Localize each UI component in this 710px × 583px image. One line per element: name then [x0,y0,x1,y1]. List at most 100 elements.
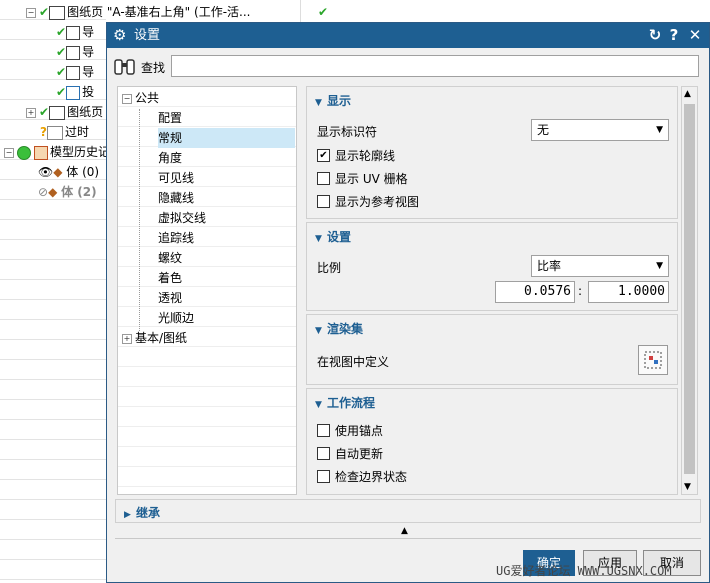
checkbox-show-reference-view[interactable]: 显示为参考视图 [317,194,419,210]
collapse-icon[interactable]: − [122,93,132,104]
body-icon: ◆ [53,165,63,179]
section-inherit[interactable]: ▶ 继承 [115,499,701,523]
background-row-projected-view[interactable]: ✔ 投 [56,83,94,102]
background-row-label: 图纸页 "A-基准右上角" (工作-活... [67,5,251,19]
expand-icon[interactable]: + [26,107,36,118]
tree-item-perspective[interactable]: 透视 [158,288,182,308]
checkbox-box[interactable] [317,447,330,460]
binoculars-icon [113,57,137,77]
tree-item-smooth-edges[interactable]: 光顺边 [158,308,194,328]
tree-item-hidden-lines[interactable]: 隐藏线 [158,188,194,208]
collapse-icon[interactable]: − [4,147,14,158]
projected-view-icon [66,85,81,100]
status-check-icon: ✔ [318,5,329,19]
background-row-model-history[interactable]: − 模型历史记 [4,143,110,162]
ratio-denominator-input[interactable]: 1.0000 [588,281,669,303]
checkbox-box[interactable] [317,424,330,437]
reset-icon[interactable]: ↻ [646,26,664,44]
tree-item-label: 隐藏线 [158,191,195,205]
folder-icon [46,125,63,140]
dialog-titlebar[interactable]: ⚙ 设置 ↻ ? ✕ [107,23,709,48]
section-header-settings[interactable]: ▼ 设置 [315,228,351,245]
background-row-outdated[interactable]: ? 过时 [40,123,89,142]
footer-divider [115,538,701,539]
background-row-label: 投 [82,85,95,99]
tree-item-thread[interactable]: 螺纹 [158,248,182,268]
tree-node-basic-drawing[interactable]: + 基本/图纸 [122,328,187,348]
background-row-sheet[interactable]: − ✔ 图纸页 "A-基准右上角" (工作-活... ✔ [26,3,328,22]
ratio-numerator-input[interactable]: 0.0576 [495,281,575,303]
checkbox-use-anchor[interactable]: 使用锚点 [317,423,383,439]
marker-label: 显示标识符 [317,125,378,139]
checkbox-box[interactable] [317,172,330,185]
eye-hidden-icon[interactable]: ⊘ [38,185,48,199]
tree-item-general[interactable]: 常规 [158,128,295,148]
tree-item-label: 着色 [158,271,183,285]
background-row-view[interactable]: ✔ 导 [56,63,94,82]
tree-item-angle[interactable]: 角度 [158,148,182,168]
eye-icon[interactable]: 👁 [38,165,53,179]
close-icon[interactable]: ✕ [686,26,704,44]
background-row-view[interactable]: ✔ 导 [56,43,94,62]
dialog-title: 设置 [134,28,161,43]
ratio-separator: : [578,284,583,298]
section-header-inherit[interactable]: ▶ 继承 [124,504,160,521]
collapse-icon[interactable]: − [26,7,36,18]
background-row-body[interactable]: 👁◆ 体 (0) [38,163,99,182]
sheet-icon [49,5,66,20]
tree-item-visible-lines[interactable]: 可见线 [158,168,194,188]
checkbox-label: 显示为参考视图 [335,195,420,209]
panel-scrollbar[interactable]: ▲ ▼ [681,86,698,495]
tree-item-virtual-intersection[interactable]: 虚拟交线 [158,208,206,228]
section-settings: ▼ 设置 比例 比率 ▼ 0.0576 : 1.0000 [306,222,678,311]
tree-connector [139,109,141,331]
background-row-sheet[interactable]: + ✔ 图纸页 [26,103,103,122]
marker-select[interactable]: 无 ▼ [531,119,669,141]
check-icon: ✔ [56,65,67,79]
background-row-view[interactable]: ✔ 导 [56,23,94,42]
section-title: 设置 [327,230,352,244]
background-row-body-hidden[interactable]: ⊘◆ 体 (2) [38,183,97,202]
checkbox-label: 显示 UV 栅格 [335,172,408,186]
tree-node-label: 公共 [135,91,160,105]
expand-icon[interactable]: + [122,333,132,344]
scale-select[interactable]: 比率 ▼ [531,255,669,277]
scale-select-value: 比率 [537,259,562,273]
gear-icon: ⚙ [113,26,127,44]
checkbox-check-boundary-status[interactable]: 检查边界状态 [317,469,407,485]
tree-item-shading[interactable]: 着色 [158,268,182,288]
checkbox-show-silhouette[interactable]: ✔ 显示轮廓线 [317,148,395,164]
section-header-render-set[interactable]: ▼ 渲染集 [315,320,363,337]
tree-node-common[interactable]: − 公共 [122,88,159,108]
scroll-down-icon[interactable]: ▼ [684,482,691,492]
tree-item-config[interactable]: 配置 [158,108,182,128]
background-row-label: 导 [82,25,95,39]
chevron-down-icon: ▼ [315,234,322,244]
search-input[interactable] [171,55,699,77]
chevron-right-icon: ▶ [124,510,131,520]
render-set-icon[interactable] [638,345,668,375]
chevron-down-icon: ▼ [315,326,322,336]
checkbox-show-uv-grid[interactable]: 显示 UV 栅格 [317,171,408,187]
checkbox-box[interactable] [317,195,330,208]
tree-item-label: 角度 [158,151,183,165]
tree-item-trace-lines[interactable]: 追踪线 [158,228,194,248]
checkbox-box[interactable] [317,470,330,483]
background-row-label: 模型历史记 [50,145,111,159]
status-dot-icon [17,145,31,160]
check-icon: ✔ [39,105,50,119]
tree-item-label: 常规 [158,131,183,145]
background-row-label: 体 (2) [61,185,97,199]
checkbox-label: 显示轮廓线 [335,149,396,163]
scrollbar-thumb[interactable] [684,104,695,474]
section-header-workflow[interactable]: ▼ 工作流程 [315,394,375,411]
checkbox-auto-update[interactable]: 自动更新 [317,446,383,462]
checkbox-box[interactable]: ✔ [317,149,330,162]
collapse-up-icon[interactable]: ▲ [401,526,408,536]
help-icon[interactable]: ? [665,26,683,44]
scroll-up-icon[interactable]: ▲ [684,89,691,99]
check-icon: ✔ [39,5,50,19]
section-title: 渲染集 [327,322,364,336]
section-header-display[interactable]: ▼ 显示 [315,92,351,109]
section-render-set: ▼ 渲染集 在视图中定义 [306,314,678,385]
